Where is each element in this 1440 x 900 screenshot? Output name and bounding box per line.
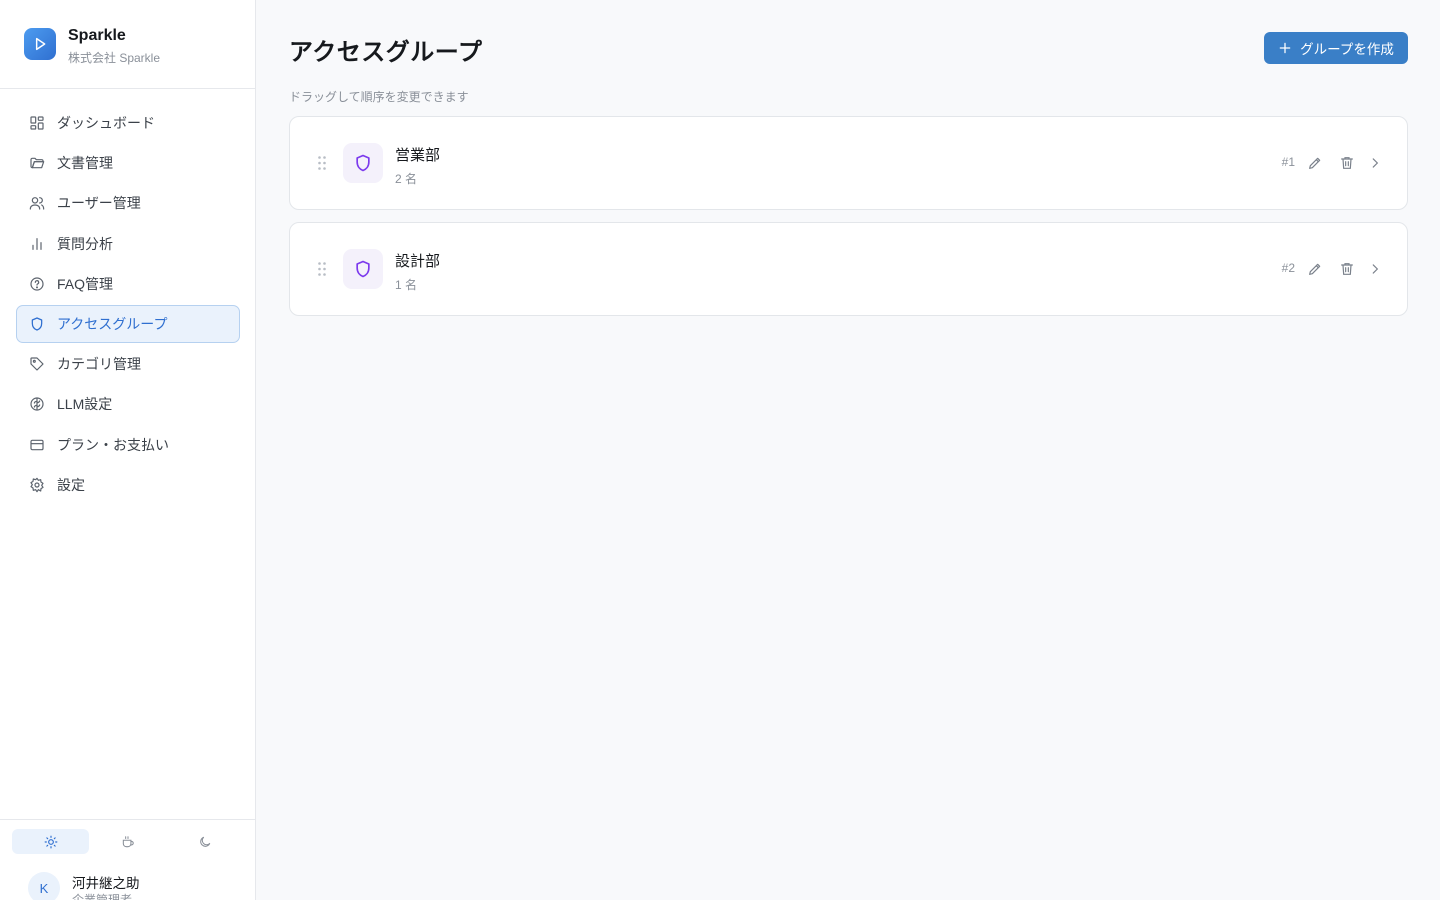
sidebar-item-label: ユーザー管理 (57, 195, 141, 212)
shield-icon (343, 143, 383, 183)
user-role: 企業管理者 (72, 893, 133, 900)
credit-card-icon (28, 436, 46, 454)
sidebar-item-label: FAQ管理 (57, 275, 114, 292)
trash-icon[interactable] (1337, 259, 1357, 279)
chevron-right-icon[interactable] (1365, 153, 1385, 173)
help-circle-icon (28, 275, 46, 293)
group-member-count: 2 名 (395, 172, 418, 186)
user-name: 河井継之助 (72, 876, 140, 891)
sidebar-nav: ダッシュボード 文書管理 ユーザー管理 質問分析 FAQ管理 アクセスグループ … (16, 104, 240, 506)
edit-icon[interactable] (1305, 259, 1325, 279)
plus-icon (1278, 41, 1292, 55)
moon-icon (200, 836, 211, 847)
brain-icon (28, 395, 46, 413)
sidebar-item-dashboard[interactable]: ダッシュボード (16, 104, 240, 142)
tag-icon (28, 355, 46, 373)
group-member-count: 1 名 (395, 278, 418, 292)
brand-name: Sparkle (68, 27, 126, 44)
chevron-right-icon[interactable] (1365, 259, 1385, 279)
theme-dark-button[interactable] (167, 829, 244, 854)
sidebar-item-label: 文書管理 (57, 155, 113, 172)
sidebar-footer: K 河井継之助 企業管理者 (0, 819, 255, 900)
group-card[interactable]: 設計部 1 名 #2 (289, 222, 1408, 316)
users-icon (28, 194, 46, 212)
sidebar-item-label: 質問分析 (57, 235, 113, 252)
create-group-button[interactable]: グループを作成 (1264, 32, 1408, 64)
gear-icon (28, 476, 46, 494)
group-card[interactable]: 営業部 2 名 #1 (289, 116, 1408, 210)
trash-icon[interactable] (1337, 153, 1357, 173)
group-order: #2 (1281, 261, 1295, 275)
sidebar-item-label: カテゴリ管理 (57, 356, 141, 373)
theme-light-button[interactable] (12, 829, 90, 854)
sidebar-item-label: ダッシュボード (57, 115, 155, 131)
play-logo-icon (24, 28, 56, 60)
sidebar-item-label: LLM設定 (57, 396, 113, 413)
folder-icon (28, 154, 46, 172)
reorder-hint: ドラッグして順序を変更できます (289, 90, 469, 104)
theme-coffee-button[interactable] (89, 829, 166, 854)
sidebar-item-analytics[interactable]: 質問分析 (16, 225, 240, 263)
sidebar-item-llm-settings[interactable]: LLM設定 (16, 385, 240, 423)
shield-icon (28, 315, 46, 333)
sidebar-item-access-groups[interactable]: アクセスグループ (16, 304, 240, 343)
sidebar-item-billing[interactable]: プラン・お支払い (16, 426, 240, 464)
coffee-icon (122, 835, 134, 847)
avatar: K (28, 872, 60, 900)
drag-handle-icon[interactable] (317, 261, 327, 282)
sidebar-item-faq[interactable]: FAQ管理 (16, 265, 240, 303)
sidebar-item-label: プラン・お支払い (57, 436, 169, 453)
theme-switch (12, 829, 244, 854)
bar-chart-icon (28, 235, 46, 253)
page-title: アクセスグループ (289, 39, 483, 66)
brand-header: Sparkle 株式会社 Sparkle (0, 0, 255, 89)
group-name: 営業部 (395, 147, 441, 164)
sidebar-item-documents[interactable]: 文書管理 (16, 144, 240, 182)
sun-icon (44, 835, 58, 848)
shield-icon (343, 249, 383, 289)
sidebar: Sparkle 株式会社 Sparkle ダッシュボード 文書管理 ユーザー管理 (0, 0, 256, 900)
group-name: 設計部 (395, 253, 441, 270)
sidebar-item-label: アクセスグループ (57, 315, 168, 332)
sidebar-item-label: 設定 (57, 476, 85, 493)
group-order: #1 (1281, 155, 1295, 169)
sidebar-item-settings[interactable]: 設定 (16, 466, 240, 504)
sidebar-item-categories[interactable]: カテゴリ管理 (16, 345, 240, 383)
dashboard-icon (28, 114, 46, 132)
company-name: 株式会社 Sparkle (68, 51, 161, 65)
drag-handle-icon[interactable] (317, 155, 327, 176)
sidebar-item-users[interactable]: ユーザー管理 (16, 184, 240, 222)
edit-icon[interactable] (1305, 153, 1325, 173)
create-group-label: グループを作成 (1300, 42, 1394, 57)
